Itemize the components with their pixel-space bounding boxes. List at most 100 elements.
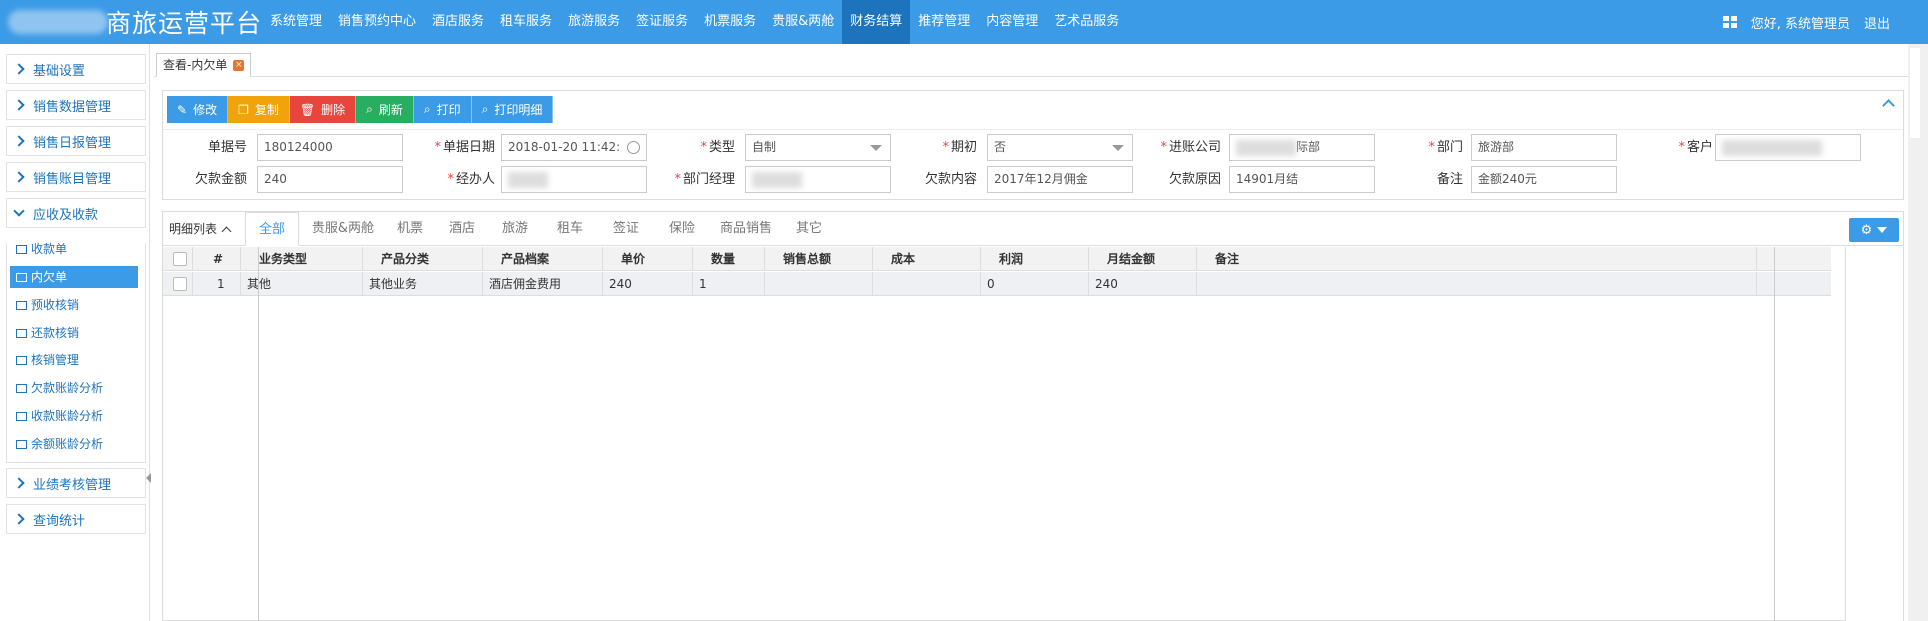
sidebar-item-prepay-writeoff[interactable]: 预收核销 [10,294,138,316]
account-company-field[interactable]: 际部 [1229,134,1375,161]
dept-field[interactable]: 旅游部 [1471,134,1617,161]
table-row[interactable]: 1 其他 其他业务 酒店佣金费用 240 1 0 240 [163,272,1831,296]
tab-view-internal-debt[interactable]: 查看-内欠单 × [156,53,252,77]
redacted-text [752,171,802,188]
row-checkbox[interactable] [173,277,187,291]
nav-item-flight[interactable]: 机票服务 [696,0,764,44]
col-monthly-amount[interactable]: 月结金额 [1089,247,1197,271]
col-biz-type[interactable]: 业务类型 [241,247,363,271]
gear-icon: ⚙ [1860,222,1873,238]
sidebar-group-accounts[interactable]: 销售账目管理 [6,162,146,192]
list-icon [16,244,27,254]
col-category[interactable]: 产品分类 [363,247,483,271]
customer-field[interactable] [1715,134,1861,161]
col-cost[interactable]: 成本 [873,247,981,271]
divider [163,129,1903,130]
sidebar-item-receipt[interactable]: 收款单 [10,238,138,260]
chevron-right-icon [13,171,25,183]
sidebar-group-daily-report[interactable]: 销售日报管理 [6,126,146,156]
sidebar-item-debt-aging[interactable]: 欠款账龄分析 [10,377,138,399]
column-settings-button[interactable]: ⚙ [1849,218,1899,242]
clock-icon[interactable] [627,141,640,154]
remark-field[interactable]: 金额240元 [1471,166,1617,193]
nav-item-hotel[interactable]: 酒店服务 [424,0,492,44]
handler-field[interactable] [501,166,647,193]
col-remark[interactable]: 备注 [1197,247,1757,271]
sidebar-collapse-handle[interactable] [146,473,151,483]
tab-visa[interactable]: 签证 [599,212,653,246]
tab-other[interactable]: 其它 [783,212,835,246]
debt-reason-field[interactable]: 14901月结 [1229,166,1375,193]
nav-item-art[interactable]: 艺术品服务 [1046,0,1127,44]
sidebar-item-writeoff-mgmt[interactable]: 核销管理 [10,349,138,371]
main-nav: 系统管理 销售预约中心 酒店服务 租车服务 旅游服务 签证服务 机票服务 贵服&… [262,0,1127,44]
tab-all[interactable]: 全部 [245,212,299,246]
sidebar-group-performance[interactable]: 业绩考核管理 [6,468,146,498]
type-select[interactable]: 自制 [745,134,891,161]
col-price[interactable]: 单价 [603,247,693,271]
chevron-up-icon [221,226,232,236]
sidebar-item-balance-aging[interactable]: 余额账龄分析 [10,433,138,455]
debt-amount-label: 欠款金额 [194,172,247,187]
delete-button[interactable]: 🗑 删除 [289,96,357,123]
sidebar-group-sales-data[interactable]: 销售数据管理 [6,90,146,120]
dept-manager-field[interactable] [745,166,891,193]
cell-product: 酒店佣金费用 [483,272,603,296]
tab-insurance[interactable]: 保险 [655,212,709,246]
print-detail-button[interactable]: ⌕ 打印明细 [471,96,554,123]
print-button[interactable]: ⌕ 打印 [413,96,472,123]
sidebar-group-basic[interactable]: 基础设置 [6,54,146,84]
initial-select[interactable]: 否 [987,134,1133,161]
chevron-up-icon[interactable] [1882,99,1895,112]
tab-vip[interactable]: 贵服&两舱 [303,212,383,246]
page-tab-strip: 查看-内欠单 × [154,53,1908,77]
chevron-down-icon [870,145,882,151]
copy-button[interactable]: ❐ 复制 [228,96,290,123]
nav-item-content[interactable]: 内容管理 [978,0,1046,44]
debt-content-field[interactable]: 2017年12月佣金 [987,166,1133,193]
sidebar-item-receipt-aging[interactable]: 收款账龄分析 [10,405,138,427]
user-greeting[interactable]: 您好, 系统管理员 [1751,13,1850,32]
logout-link[interactable]: 退出 [1864,13,1890,32]
refresh-button[interactable]: ⌕ 刷新 [356,96,414,123]
apps-grid-icon[interactable] [1722,16,1737,28]
select-all-checkbox[interactable] [173,252,187,266]
nav-item-visa[interactable]: 签证服务 [628,0,696,44]
debt-amount-field[interactable]: 240 [257,166,403,193]
nav-item-recommend[interactable]: 推荐管理 [910,0,978,44]
detail-list-toggle[interactable]: 明细列表 [169,212,232,246]
app-title: 商旅运营平台 [106,9,263,38]
nav-item-vip[interactable]: 贵服&两舱 [764,0,842,44]
type-label: * 类型 [700,140,735,155]
close-icon[interactable]: × [233,59,245,71]
sidebar-group-receivables[interactable]: 应收及收款 [6,198,146,228]
col-sales-total[interactable]: 销售总额 [765,247,873,271]
table-scroll-divider [1774,247,1775,621]
chevron-right-icon [13,63,25,75]
doc-date-field[interactable]: 2018-01-20 11:42: [501,134,647,161]
col-profit[interactable]: 利润 [981,247,1089,271]
col-product[interactable]: 产品档案 [483,247,603,271]
col-qty[interactable]: 数量 [693,247,765,271]
nav-item-travel[interactable]: 旅游服务 [560,0,628,44]
debt-reason-label: 欠款原因 [1168,172,1221,187]
doc-no-field[interactable]: 180124000 [257,134,403,161]
tab-goods[interactable]: 商品销售 [711,212,781,246]
sidebar-group-query[interactable]: 查询统计 [6,504,146,534]
initial-label: * 期初 [942,140,977,155]
edit-button[interactable]: ✎ 修改 [167,96,229,123]
tab-car[interactable]: 租车 [543,212,597,246]
nav-item-finance[interactable]: 财务结算 [842,0,911,44]
sidebar-item-repay-writeoff[interactable]: 还款核销 [10,322,138,344]
tab-hotel[interactable]: 酒店 [437,212,487,246]
tab-flight[interactable]: 机票 [385,212,435,246]
nav-item-system[interactable]: 系统管理 [262,0,330,44]
trash-icon: 🗑 [299,102,316,117]
cell-qty: 1 [693,272,765,296]
nav-item-car-rental[interactable]: 租车服务 [492,0,560,44]
scrollbar-thumb[interactable] [1910,48,1920,138]
sidebar-item-internal-debt[interactable]: 内欠单 [10,266,138,288]
chevron-right-icon [13,135,25,147]
tab-travel[interactable]: 旅游 [489,212,541,246]
nav-item-sales-booking[interactable]: 销售预约中心 [330,0,424,44]
